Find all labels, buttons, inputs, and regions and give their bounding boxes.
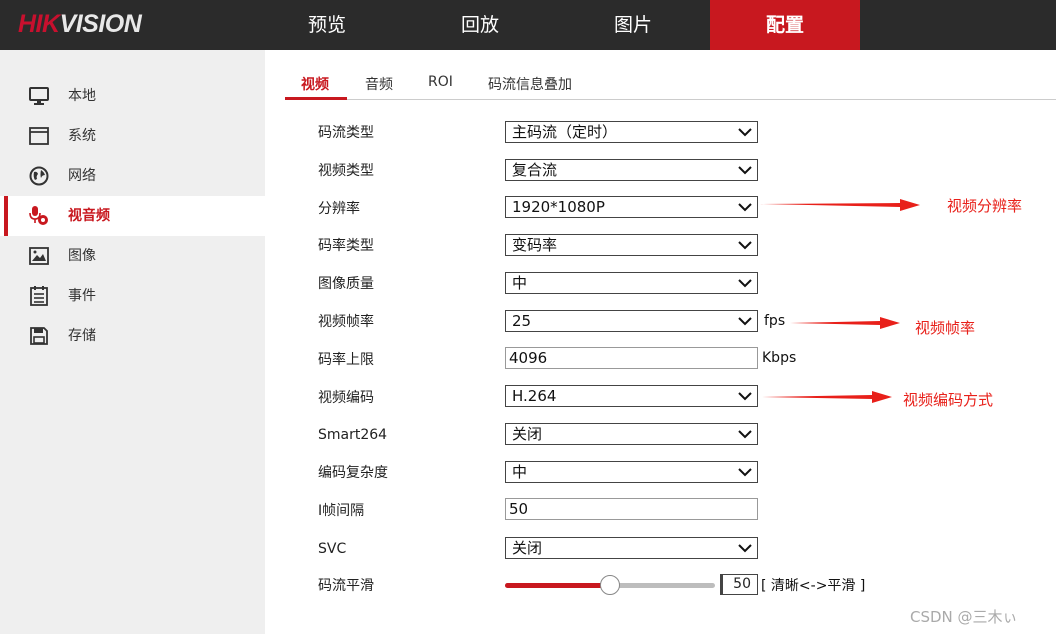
arrow-frame-rate [790,317,900,329]
arrow-resolution [760,199,920,211]
annotation-encoding: 视频编码方式 [903,391,994,409]
annotation-resolution: 视频分辨率 [947,197,1023,215]
annotation-frame-rate: 视频帧率 [915,319,976,337]
watermark: CSDN @三木ぃ [910,608,1018,626]
annotation-arrows [760,199,920,403]
arrow-encoding [760,391,892,403]
